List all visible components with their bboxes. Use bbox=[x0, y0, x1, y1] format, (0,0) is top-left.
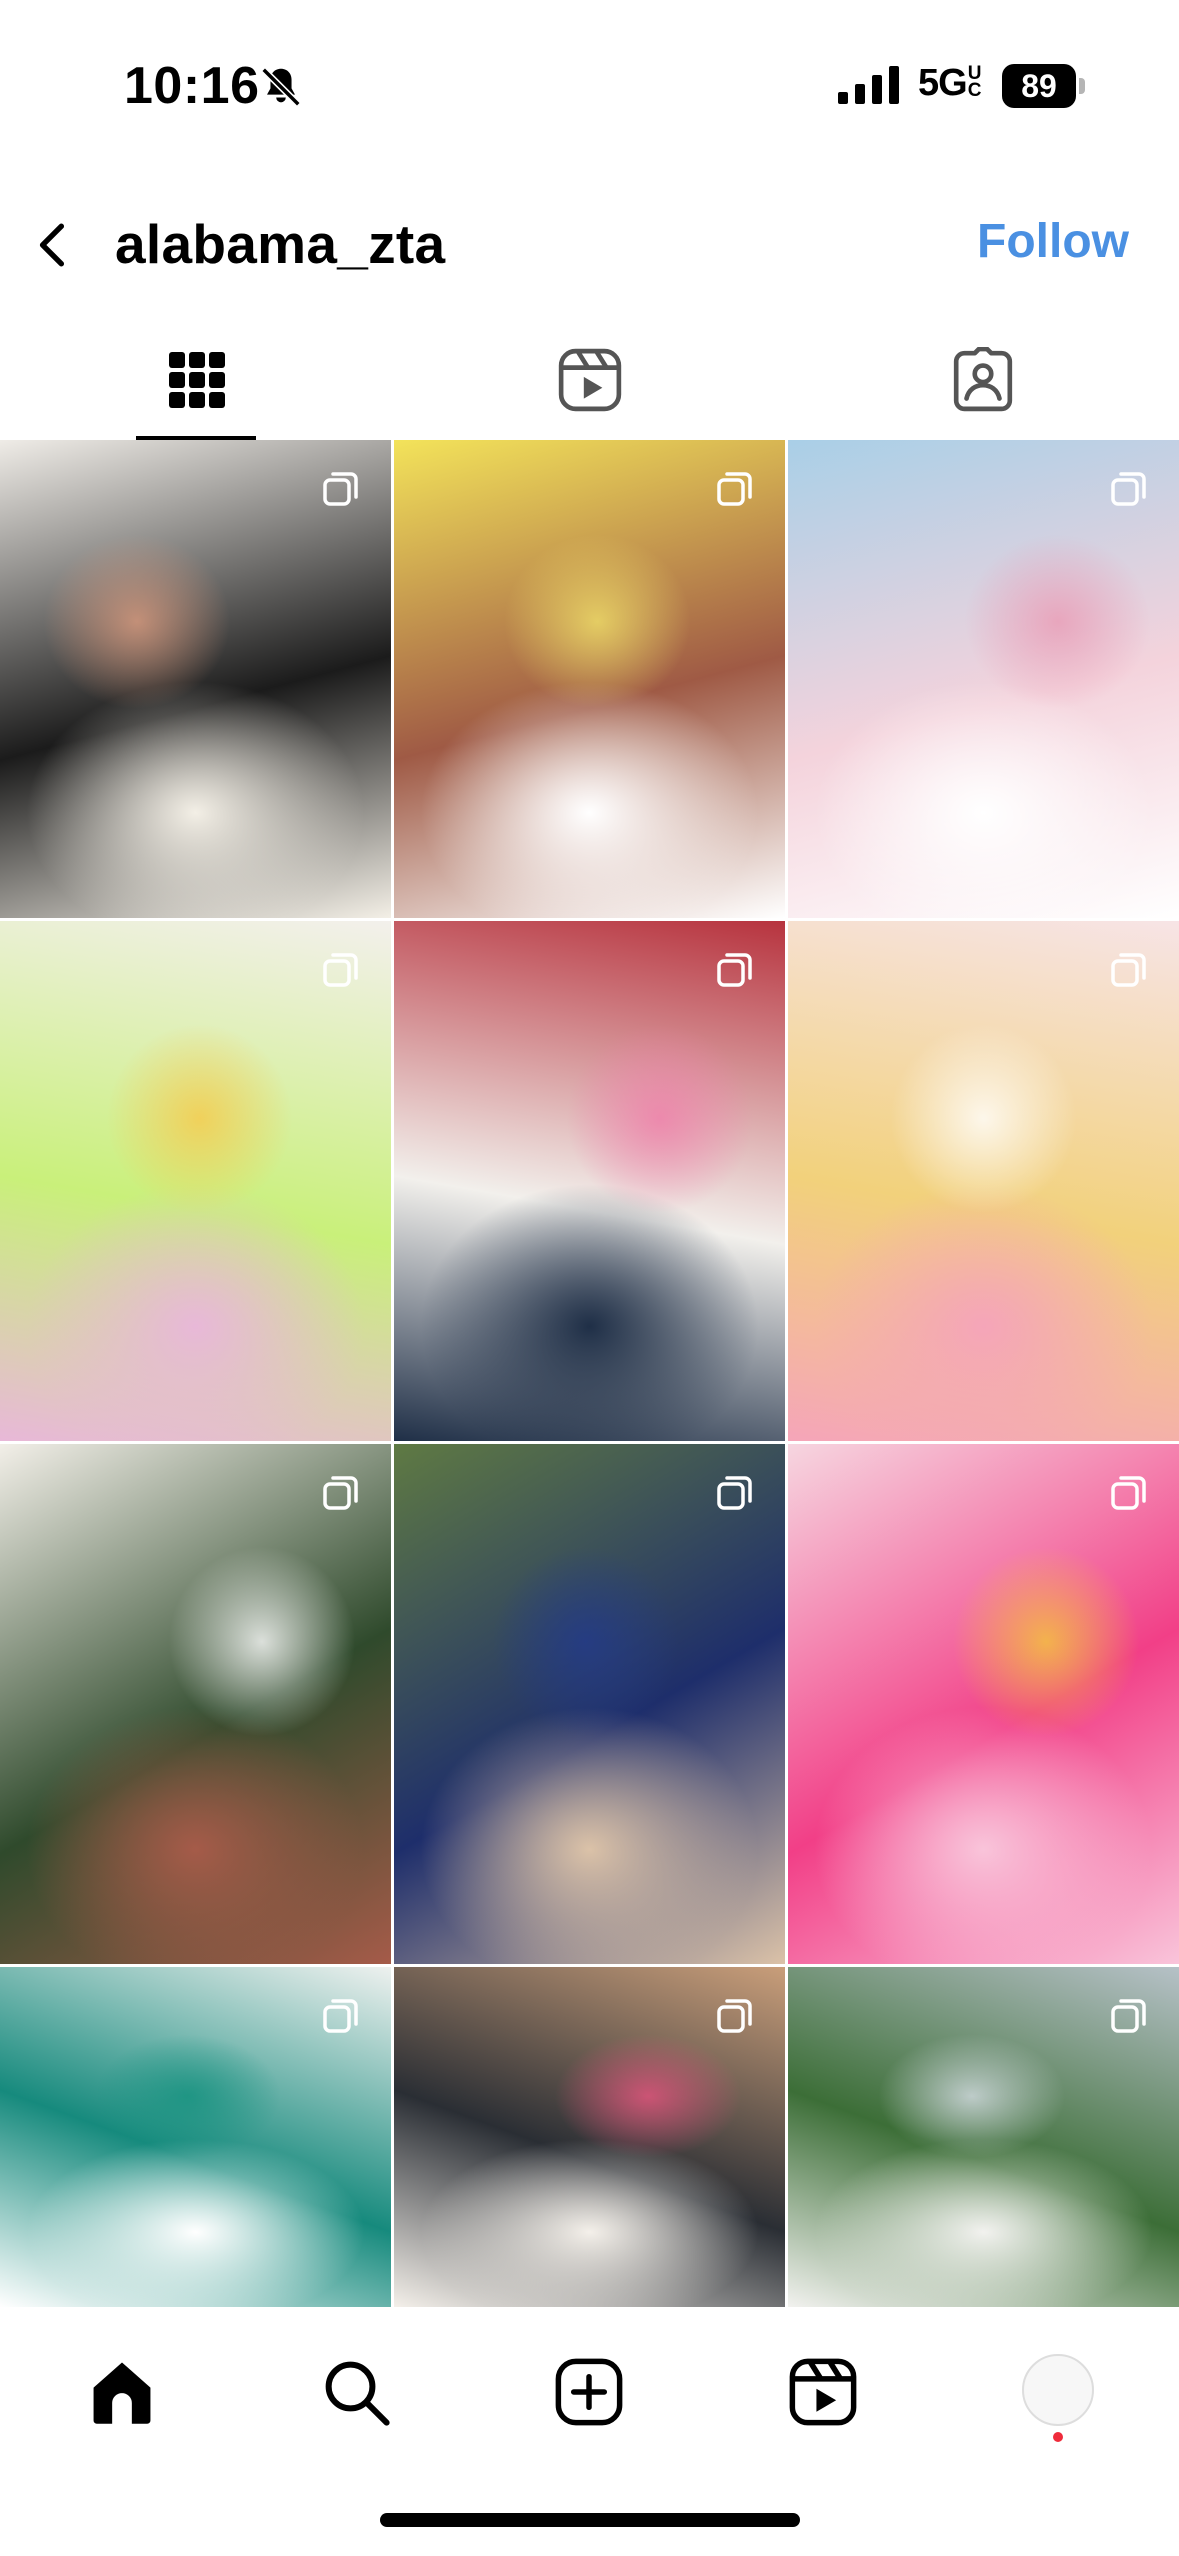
multi-post-icon bbox=[321, 468, 361, 508]
follow-button[interactable]: Follow bbox=[977, 214, 1129, 269]
post-thumbnail[interactable] bbox=[788, 1444, 1179, 1964]
profile-username: alabama_zta bbox=[115, 213, 446, 275]
multi-post-icon bbox=[1109, 468, 1149, 508]
multi-post-icon bbox=[321, 1472, 361, 1512]
multi-post-icon bbox=[321, 949, 361, 989]
nav-search[interactable] bbox=[314, 2350, 398, 2434]
network-type: 5GUC bbox=[918, 62, 984, 105]
back-button[interactable] bbox=[18, 210, 88, 280]
post-thumbnail[interactable] bbox=[0, 440, 391, 918]
multi-post-icon bbox=[715, 949, 755, 989]
multi-post-icon bbox=[321, 1995, 361, 2035]
tagged-person-icon bbox=[953, 347, 1012, 412]
nav-reels[interactable] bbox=[781, 2350, 865, 2434]
profile-avatar[interactable] bbox=[1022, 2354, 1094, 2426]
post-thumbnail[interactable] bbox=[788, 921, 1179, 1441]
signal-bars-icon bbox=[838, 66, 900, 104]
notification-dot bbox=[1053, 2432, 1063, 2442]
search-icon bbox=[325, 2361, 390, 2426]
multi-post-icon bbox=[1109, 1995, 1149, 2035]
chevron-left-icon bbox=[39, 223, 65, 267]
post-thumbnail[interactable] bbox=[788, 440, 1179, 918]
post-thumbnail[interactable] bbox=[394, 921, 785, 1441]
battery-level: 89 bbox=[1002, 64, 1076, 108]
home-icon bbox=[93, 2362, 151, 2424]
nav-home[interactable] bbox=[80, 2350, 164, 2434]
reels-icon bbox=[789, 2358, 857, 2426]
reels-icon bbox=[558, 348, 621, 412]
grid-icon bbox=[168, 352, 225, 408]
create-icon bbox=[555, 2358, 623, 2426]
tab-posts-grid[interactable] bbox=[0, 320, 393, 440]
post-thumbnail[interactable] bbox=[394, 1444, 785, 1964]
profile-header: alabama_zta Follow bbox=[0, 190, 1179, 300]
post-thumbnail[interactable] bbox=[394, 440, 785, 918]
post-thumbnail[interactable] bbox=[0, 1444, 391, 1964]
status-bar: 10:16 5GUC 89 bbox=[0, 0, 1179, 175]
tab-reels[interactable] bbox=[393, 320, 786, 440]
multi-post-icon bbox=[715, 468, 755, 508]
profile-tabs bbox=[0, 320, 1179, 440]
post-thumbnail[interactable] bbox=[0, 921, 391, 1441]
tab-tagged[interactable] bbox=[786, 320, 1179, 440]
nav-create[interactable] bbox=[547, 2350, 631, 2434]
post-thumbnail[interactable] bbox=[788, 1967, 1179, 2307]
battery-icon: 89 bbox=[1002, 64, 1086, 108]
post-grid bbox=[0, 440, 1179, 2308]
bell-slash-icon bbox=[258, 64, 304, 110]
post-thumbnail[interactable] bbox=[394, 1967, 785, 2307]
network-suffix: UC bbox=[967, 63, 982, 101]
multi-post-icon bbox=[715, 1472, 755, 1512]
home-indicator[interactable] bbox=[380, 2513, 800, 2527]
multi-post-icon bbox=[1109, 949, 1149, 989]
multi-post-icon bbox=[715, 1995, 755, 2035]
post-thumbnail[interactable] bbox=[0, 1967, 391, 2307]
status-time: 10:16 bbox=[124, 57, 260, 115]
multi-post-icon bbox=[1109, 1472, 1149, 1512]
